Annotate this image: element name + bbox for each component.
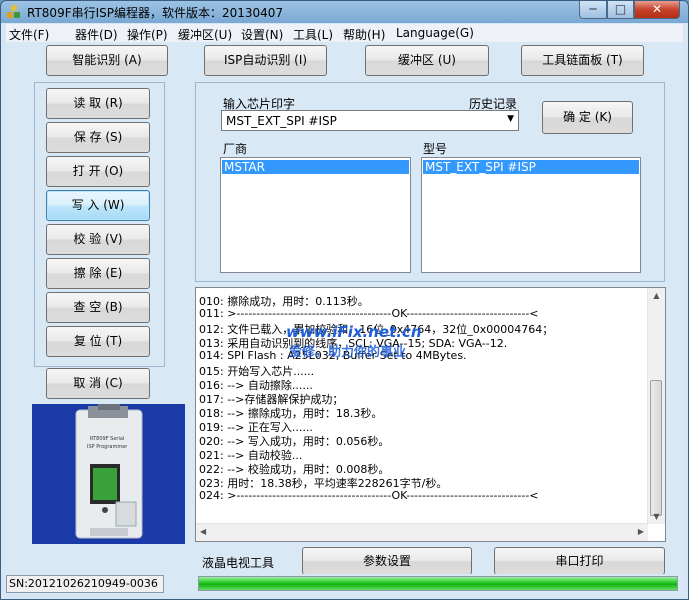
client-area: 智能识别 (A) ISP自动识别 (I) 缓冲区 (U) 工具链面板 (T) 读…	[6, 42, 683, 594]
scroll-left-icon[interactable]: ◀	[200, 527, 206, 536]
menu-help[interactable]: 帮助(H)	[343, 26, 385, 43]
title-bar[interactable]: RT809F串行ISP编程器，软件版本：20130407 ─ □ ✕	[1, 1, 688, 23]
status-bar: SN:20121026210949-0036	[6, 574, 683, 594]
log-horizontal-scrollbar[interactable]: ◀ ▶	[196, 523, 648, 541]
log-line: 024: >----------------------------------…	[199, 489, 539, 502]
write-button[interactable]: 写 入 (W)	[46, 190, 150, 221]
log-line: 011: >----------------------------------…	[199, 307, 539, 320]
model-label: 型号	[423, 142, 448, 156]
dropdown-arrow-icon[interactable]: ▼	[507, 114, 514, 124]
vendor-listbox[interactable]: MSTAR	[220, 157, 411, 273]
lcd-tools-label[interactable]: 液晶电视工具	[202, 554, 274, 571]
erase-button[interactable]: 擦 除 (E)	[46, 258, 150, 289]
cancel-button[interactable]: 取 消 (C)	[46, 368, 150, 399]
menu-buffer[interactable]: 缓冲区(U)	[178, 26, 232, 43]
smart-detect-button[interactable]: 智能识别 (A)	[46, 45, 168, 76]
window-title: RT809F串行ISP编程器，软件版本：20130407	[27, 6, 284, 20]
menu-operation[interactable]: 操作(P)	[127, 26, 168, 43]
isp-auto-detect-button[interactable]: ISP自动识别 (I)	[204, 45, 327, 76]
tool-panel-button[interactable]: 工具链面板 (T)	[521, 45, 644, 76]
model-listbox[interactable]: MST_EXT_SPI #ISP	[421, 157, 641, 273]
device-label-model: RT809F Serial	[90, 436, 125, 442]
log-vertical-scrollbar[interactable]: ▲ ▼	[647, 288, 665, 524]
maximize-icon: □	[614, 2, 627, 16]
menu-tools[interactable]: 工具(L)	[293, 26, 333, 43]
vendor-label: 厂商	[223, 142, 248, 156]
model-selected-item[interactable]: MST_EXT_SPI #ISP	[423, 160, 639, 174]
watermark-slogan: 爱修，助力你的事业	[289, 345, 407, 360]
menu-bar: 文件(F) 器件(D) 操作(P) 缓冲区(U) 设置(N) 工具(L) 帮助(…	[6, 24, 683, 42]
scroll-down-icon[interactable]: ▼	[648, 512, 665, 521]
log-scroll-thumb[interactable]	[650, 380, 662, 516]
buffer-button[interactable]: 缓冲区 (U)	[365, 45, 489, 76]
minimize-button[interactable]: ─	[579, 1, 607, 19]
menu-file[interactable]: 文件(F)	[9, 26, 49, 43]
close-button[interactable]: ✕	[634, 1, 680, 19]
progress-bar	[198, 576, 678, 591]
scroll-right-icon[interactable]: ▶	[638, 527, 644, 536]
watermark-url: www.iFix.net.cn	[286, 323, 422, 341]
chip-input-combobox[interactable]: MST_EXT_SPI #ISP ▼	[221, 110, 519, 131]
progress-fill	[199, 577, 677, 590]
read-button[interactable]: 读 取 (R)	[46, 88, 150, 119]
menu-language[interactable]: Language(G)	[396, 26, 474, 40]
close-icon: ✕	[651, 2, 663, 16]
blank-check-button[interactable]: 查 空 (B)	[46, 292, 150, 323]
scroll-up-icon[interactable]: ▲	[648, 291, 665, 300]
param-settings-button[interactable]: 参数设置	[302, 547, 472, 575]
log-output[interactable]: 010: 擦除成功，用时：0.113秒。 011: >-------------…	[195, 287, 666, 542]
confirm-button[interactable]: 确 定 (K)	[542, 101, 633, 134]
chip-input-value: MST_EXT_SPI #ISP	[226, 114, 337, 128]
app-window: RT809F串行ISP编程器，软件版本：20130407 ─ □ ✕ 文件(F)…	[0, 0, 689, 600]
reset-button[interactable]: 复 位 (T)	[46, 326, 150, 357]
app-icon	[7, 5, 21, 19]
open-button[interactable]: 打 开 (O)	[46, 156, 150, 187]
vendor-selected-item[interactable]: MSTAR	[222, 160, 409, 174]
verify-button[interactable]: 校 验 (V)	[46, 224, 150, 255]
serial-print-button[interactable]: 串口打印	[494, 547, 665, 575]
serial-number-text: SN:20121026210949-0036	[6, 575, 164, 593]
maximize-button[interactable]: □	[607, 1, 634, 19]
menu-device[interactable]: 器件(D)	[75, 26, 118, 43]
programmer-device-image: RT809F Serial ISP Programmer	[32, 404, 185, 544]
minimize-icon: ─	[589, 2, 597, 16]
menu-settings[interactable]: 设置(N)	[241, 26, 283, 43]
device-label-type: ISP Programmer	[87, 444, 128, 450]
save-button[interactable]: 保 存 (S)	[46, 122, 150, 153]
programmer-device-illustration	[75, 404, 143, 539]
